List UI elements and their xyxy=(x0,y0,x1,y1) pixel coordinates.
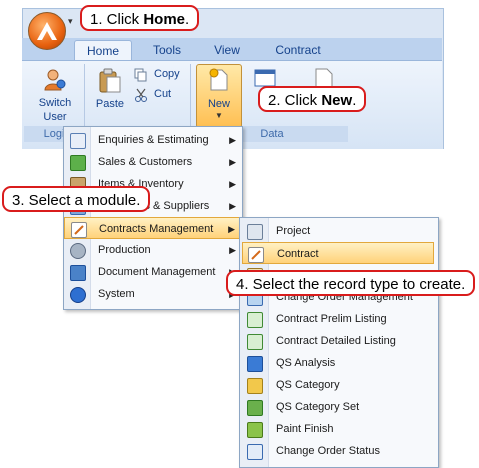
cut-button[interactable]: Cut xyxy=(134,86,186,104)
contracts-icon xyxy=(71,222,87,238)
menu-item-production[interactable]: Production ▶ xyxy=(64,239,242,261)
category-set-icon xyxy=(247,400,263,416)
paste-icon xyxy=(99,68,121,93)
menu-item-label: Production xyxy=(98,244,151,256)
menu-item-label: System xyxy=(98,288,135,300)
switch-user-label: Switch User xyxy=(38,97,72,123)
menu-item-label: QS Analysis xyxy=(276,357,336,369)
window-icon xyxy=(254,69,276,87)
paste-button[interactable]: Paste xyxy=(92,66,128,116)
menu-item-qs-category-set[interactable]: QS Category Set xyxy=(240,396,438,418)
listing-icon xyxy=(247,312,263,328)
paste-label: Paste xyxy=(95,98,125,110)
callout-step-3: 3. Select a module. xyxy=(2,186,151,212)
callout-text: 2. Click xyxy=(268,92,322,109)
submenu-arrow-icon: ▶ xyxy=(229,245,236,255)
callout-emphasis: Home xyxy=(143,11,186,28)
new-label: New xyxy=(207,98,230,110)
submenu-arrow-icon: ▶ xyxy=(229,157,236,167)
callout-emphasis: New xyxy=(321,92,353,109)
menu-item-label: Enquiries & Estimating xyxy=(98,134,209,146)
menu-item-change-order-status[interactable]: Change Order Status xyxy=(240,440,438,462)
tab-tools[interactable]: Tools xyxy=(142,40,192,60)
module-menu: Enquiries & Estimating ▶ Sales & Custome… xyxy=(63,126,243,310)
menu-item-sales-customers[interactable]: Sales & Customers ▶ xyxy=(64,151,242,173)
menu-item-qs-analysis[interactable]: QS Analysis xyxy=(240,352,438,374)
menu-item-enquiries-estimating[interactable]: Enquiries & Estimating ▶ xyxy=(64,129,242,151)
copy-label: Copy xyxy=(154,68,180,80)
menu-item-label: Sales & Customers xyxy=(98,156,193,168)
menu-item-contract[interactable]: Contract xyxy=(242,242,434,264)
menu-item-label: Contract xyxy=(277,248,319,260)
menu-item-label: Document Management xyxy=(98,266,216,278)
menu-item-label: QS Category xyxy=(276,379,340,391)
menu-item-label: Project xyxy=(276,225,311,237)
menu-item-label: Contract Detailed Listing xyxy=(276,335,396,347)
sales-icon xyxy=(70,155,86,171)
menu-item-system[interactable]: System ▶ xyxy=(64,283,242,305)
menu-item-label: QS Category Set xyxy=(276,401,360,413)
callout-step-2: 2. Click New. xyxy=(258,86,367,112)
application-menu-button[interactable] xyxy=(28,12,66,50)
copy-icon xyxy=(134,68,147,82)
menu-item-contract-prelim-listing[interactable]: Contract Prelim Listing xyxy=(240,308,438,330)
menu-item-project[interactable]: Project xyxy=(240,220,438,242)
cut-icon xyxy=(135,88,147,102)
category-icon xyxy=(247,378,263,394)
record-type-menu: Project Contract Contract Prelims Change… xyxy=(239,217,439,468)
submenu-arrow-icon: ▶ xyxy=(229,179,236,189)
menu-item-contracts-management[interactable]: Contracts Management ▶ xyxy=(64,217,242,239)
system-icon xyxy=(70,287,86,303)
callout-text: 1. Click xyxy=(90,11,144,28)
callout-step-4: 4. Select the record type to create. xyxy=(226,270,476,296)
document-icon xyxy=(70,265,86,281)
status-icon xyxy=(247,444,263,460)
app-logo-icon xyxy=(37,22,57,40)
quick-access-dropdown-icon[interactable]: ▾ xyxy=(68,16,73,27)
switch-user-button[interactable]: Switch User xyxy=(32,66,78,126)
production-icon xyxy=(70,243,86,259)
submenu-arrow-icon: ▶ xyxy=(229,135,236,145)
enquiries-icon xyxy=(70,133,86,149)
new-dropdown-icon: ▼ xyxy=(215,111,223,120)
menu-item-label: Paint Finish xyxy=(276,423,334,435)
menu-item-label: Change Order Status xyxy=(276,445,380,457)
submenu-arrow-icon: ▶ xyxy=(228,224,235,234)
menu-item-label: Contract Prelim Listing xyxy=(276,313,387,325)
menu-item-contract-detailed-listing[interactable]: Contract Detailed Listing xyxy=(240,330,438,352)
callout-text: . xyxy=(185,11,190,28)
new-document-icon xyxy=(209,68,228,91)
listing-icon xyxy=(247,334,263,350)
analysis-icon xyxy=(247,356,263,372)
menu-item-qs-category[interactable]: QS Category xyxy=(240,374,438,396)
cut-label: Cut xyxy=(154,88,172,100)
project-icon xyxy=(247,224,263,240)
paint-icon xyxy=(247,422,263,438)
tab-view[interactable]: View xyxy=(202,40,252,60)
menu-item-paint-finish[interactable]: Paint Finish xyxy=(240,418,438,440)
callout-step-1: 1. Click Home. xyxy=(80,5,200,31)
submenu-arrow-icon: ▶ xyxy=(229,201,236,211)
contract-icon xyxy=(248,247,264,263)
callout-text: . xyxy=(352,92,357,109)
tab-home[interactable]: Home xyxy=(74,40,132,61)
menu-item-label: Contracts Management xyxy=(99,223,214,235)
switch-user-icon xyxy=(44,69,66,91)
copy-button[interactable]: Copy xyxy=(134,66,186,84)
tab-contract[interactable]: Contract xyxy=(266,40,330,60)
new-button[interactable]: New ▼ xyxy=(196,64,242,128)
menu-item-document-management[interactable]: Document Management ▶ xyxy=(64,261,242,283)
